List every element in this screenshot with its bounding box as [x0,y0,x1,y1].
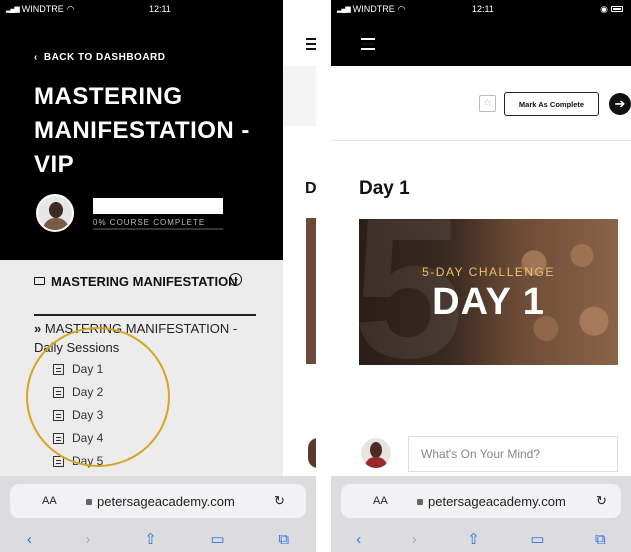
avatar [361,438,391,468]
carrier-label: WINDTRE [21,4,64,14]
share-icon[interactable]: ⇧ [467,530,480,548]
status-bar: ▂▄▆ WINDTRE ◠ 12:11 ◉ [331,0,631,18]
carrier-label: WINDTRE [352,4,395,14]
alarm-icon: ◉ [285,3,293,14]
section-divider [34,314,256,316]
reload-icon[interactable]: ↻ [274,493,285,509]
forward-icon[interactable]: › [412,531,417,548]
peek-toolbar [283,66,316,126]
video-day-text: DAY 1 [432,281,545,323]
browser-toolbar: AA petersageacademy.com ↻ ‹ › ⇧ ▭ ⧉ [0,476,316,552]
highlight-circle [26,327,170,467]
browser-toolbar: AA petersageacademy.com ↻ ‹ › ⇧ ▭ ⧉ [331,476,631,552]
peek-avatar [308,438,316,468]
status-time: 12:11 [148,4,171,14]
phone-left: ▂▄▆ WINDTRE ◠ 12:11 ◉ ‹ BACK TO DASHBOARD … [0,0,316,552]
star-icon[interactable]: ☆ [479,95,496,112]
comment-input[interactable]: What's On Your Mind? [408,436,618,472]
avatar [36,194,74,232]
wifi-icon: ◠ [66,3,75,14]
peek-title: D [305,180,316,197]
lesson-title: Day 1 [359,178,410,199]
bookmarks-icon[interactable]: ▭ [530,530,544,548]
hamburger-icon[interactable] [306,38,316,50]
status-bar: ▂▄▆ WINDTRE ◠ 12:11 ◉ [0,0,316,18]
battery-icon [296,6,308,12]
forward-icon[interactable]: › [86,531,91,548]
back-icon[interactable]: ‹ [27,531,32,548]
section-mastering-manifestation[interactable]: MASTERING MANIFESTATION [34,272,256,292]
address-bar[interactable]: AA petersageacademy.com ↻ [341,484,621,518]
divider [331,140,631,141]
mark-as-complete-button[interactable]: Mark As Complete [504,92,599,116]
progress-bar [93,228,223,230]
signal-icon: ▂▄▆ [6,6,20,13]
redacted-name [93,198,223,214]
tabs-icon[interactable]: ⧉ [595,531,606,548]
back-label: BACK TO DASHBOARD [43,52,166,63]
address-bar[interactable]: AA petersageacademy.com ↻ [10,484,306,518]
chevron-left-icon: ‹ [34,52,38,63]
arrow-right-circle-icon[interactable]: ➔ [609,93,631,115]
tabs-icon[interactable]: ⧉ [278,531,289,548]
video-challenge-text: 5-DAY CHALLENGE [422,265,555,279]
battery-icon [611,6,623,12]
url-text: petersageacademy.com [428,493,566,509]
signal-icon: ▂▄▆ [337,6,351,13]
bookmarks-icon[interactable]: ▭ [211,530,225,548]
back-icon[interactable]: ‹ [356,531,361,548]
wifi-icon: ◠ [397,3,406,14]
lesson-video[interactable]: 5 5-DAY CHALLENGE DAY 1 [359,219,618,365]
alarm-icon: ◉ [600,3,608,14]
status-time: 12:11 [471,4,494,14]
progress-label: 0% COURSE COMPLETE [93,218,206,227]
back-to-dashboard-link[interactable]: ‹ BACK TO DASHBOARD [34,52,166,63]
url-text: petersageacademy.com [97,493,235,509]
circle-arrow-icon[interactable]: → [229,273,242,286]
course-title: MASTERING MANIFESTATION - VIP [34,83,250,178]
double-chevron-icon: » [34,321,42,336]
folder-icon [34,277,45,285]
reader-button[interactable]: AA [373,495,388,507]
lock-icon [417,498,423,505]
phone-right: ▂▄▆ WINDTRE ◠ 12:11 ◉ ☆ Mark As Complete ➔… [331,0,631,552]
peek-video [306,218,316,364]
lock-icon [86,498,92,505]
hamburger-icon[interactable] [361,38,375,50]
reader-button[interactable]: AA [42,495,57,507]
share-icon[interactable]: ⇧ [144,530,157,548]
reload-icon[interactable]: ↻ [596,493,607,509]
section-title: MASTERING MANIFESTATION [51,274,238,289]
